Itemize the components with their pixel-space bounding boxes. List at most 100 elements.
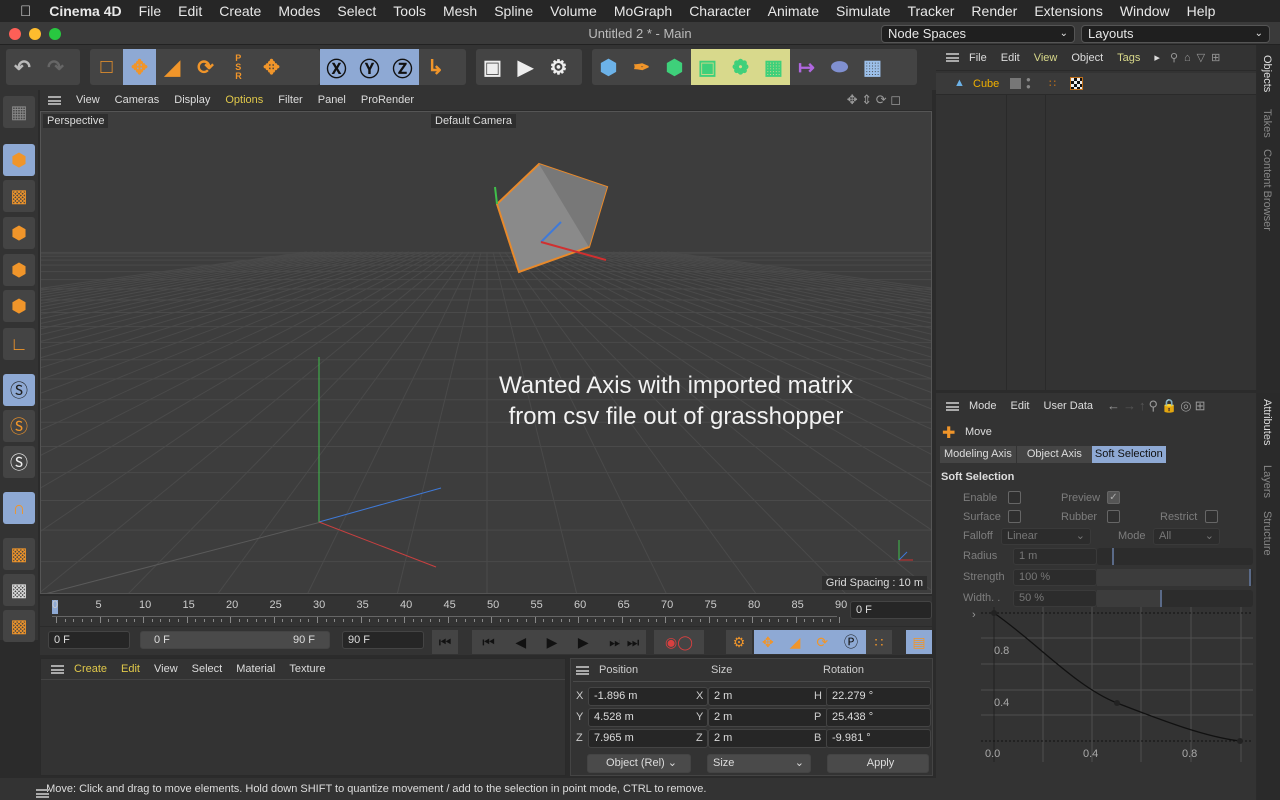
viewport-menu-icon[interactable] xyxy=(48,95,61,105)
record-icon[interactable]: ◉ xyxy=(665,634,677,651)
generator-icon[interactable]: ▣ xyxy=(691,49,724,85)
3d-viewport[interactable]: Perspective Default Camera Wanted Axis w… xyxy=(40,111,932,594)
menu-help[interactable]: Help xyxy=(1187,3,1216,19)
viewport-menu-filter[interactable]: Filter xyxy=(278,94,302,106)
mograph-cloner-icon[interactable]: ❁ xyxy=(724,49,757,85)
width-slider[interactable] xyxy=(1097,590,1253,607)
coord-field-rv[interactable]: -9.981 ° xyxy=(826,729,931,748)
strength-slider[interactable] xyxy=(1097,569,1253,586)
attr-menu-userdata[interactable]: User Data xyxy=(1044,400,1094,412)
texture-tag-icon[interactable] xyxy=(1070,77,1083,90)
prev-key-icon[interactable]: ⏮ xyxy=(482,634,495,651)
record-buttons[interactable]: ◉ ◯ xyxy=(654,630,704,654)
attr-menu-mode[interactable]: Mode xyxy=(969,400,997,412)
object-name[interactable]: Cube xyxy=(973,78,999,90)
menu-mograph[interactable]: MoGraph xyxy=(614,3,672,19)
mat-menu-create[interactable]: Create xyxy=(74,663,107,675)
move-tool-icon[interactable]: ✥ xyxy=(123,49,156,85)
next-frame-icon[interactable]: ▶ xyxy=(578,634,589,651)
render-visibility-dots[interactable]: ● ● xyxy=(1026,76,1031,91)
viewport-nav-icons[interactable]: ✥ ⇕ ⟳ ◻ xyxy=(847,92,901,108)
obj-menu-edit[interactable]: Edit xyxy=(1001,52,1020,64)
node-spaces-dropdown[interactable]: Node Spaces ⌄ xyxy=(881,25,1075,43)
radius-field[interactable]: 1 m xyxy=(1013,548,1097,565)
make-editable-icon[interactable]: ▦ xyxy=(3,96,35,128)
surface-checkbox[interactable] xyxy=(1008,510,1021,523)
snap-mode-icon[interactable]: Ⓢ xyxy=(3,446,35,478)
rotate-tool-icon[interactable]: ⟳ xyxy=(189,49,222,85)
axis-mode-icon[interactable]: ∟ xyxy=(3,328,35,360)
viewport-menu-options[interactable]: Options xyxy=(225,94,263,106)
play-icon[interactable]: ▶ xyxy=(547,634,558,651)
rubber-checkbox[interactable] xyxy=(1107,510,1120,523)
mode-dropdown[interactable]: All ⌄ xyxy=(1153,528,1220,545)
phong-tag-icon[interactable]: ∷ xyxy=(1049,77,1056,90)
render-settings-icon[interactable]: ⚙ xyxy=(542,49,575,85)
magnet-icon[interactable]: ∩ xyxy=(3,492,35,524)
render-view-icon[interactable]: ▣ xyxy=(476,49,509,85)
menu-simulate[interactable]: Simulate xyxy=(836,3,890,19)
key-rotation-icon[interactable]: ⟳ xyxy=(816,634,828,651)
zoom-button[interactable] xyxy=(49,28,61,40)
timeline-window-icon[interactable]: ▤ xyxy=(906,630,932,654)
up-arrow-icon[interactable]: ↑ xyxy=(1139,398,1149,413)
go-to-start-icon[interactable]: ⏮ xyxy=(432,630,458,654)
pen-spline-icon[interactable]: ✒ xyxy=(625,49,658,85)
camera-label[interactable]: Default Camera xyxy=(431,114,517,128)
lock-icon[interactable]: 🔒 xyxy=(1161,398,1180,413)
tab-content-browser[interactable]: Content Browser xyxy=(1261,149,1273,231)
tab-attributes[interactable]: Attributes xyxy=(1261,399,1273,445)
menu-animate[interactable]: Animate xyxy=(768,3,819,19)
psr-icon[interactable]: PSR xyxy=(222,49,255,85)
frame-range-slider[interactable]: 0 F 90 F xyxy=(140,631,330,649)
prev-frame-icon[interactable]: ◀ xyxy=(515,634,526,651)
size-mode-dropdown[interactable]: Size ⌄ xyxy=(707,754,811,773)
coord-field-sv[interactable]: 2 m xyxy=(708,708,828,727)
coord-field-rv[interactable]: 25.438 ° xyxy=(826,708,931,727)
width-field[interactable]: 50 % xyxy=(1013,590,1097,607)
tab-objects[interactable]: Objects xyxy=(1261,55,1273,92)
filter-icon[interactable]: ▽ xyxy=(1197,51,1205,64)
tab-soft-selection[interactable]: Soft Selection xyxy=(1091,446,1166,463)
key-position-icon[interactable]: ✥ xyxy=(762,634,774,651)
app-menu[interactable]: Cinema 4D xyxy=(49,3,121,19)
layouts-dropdown[interactable]: Layouts ⌄ xyxy=(1081,25,1270,43)
polygons-mode-icon[interactable]: ⬢ xyxy=(3,290,35,322)
menu-select[interactable]: Select xyxy=(337,3,376,19)
timeline-ruler[interactable]: 0 5 10 15 20 25 30 35 40 45 50 55 60 65 70 75 80 85 90 0 F xyxy=(40,596,932,626)
deformer-icon[interactable]: ↦ xyxy=(790,49,823,85)
editor-visibility-icon[interactable] xyxy=(1010,78,1021,89)
viewport-menu-display[interactable]: Display xyxy=(174,94,210,106)
menu-extensions[interactable]: Extensions xyxy=(1034,3,1102,19)
render-picture-viewer-icon[interactable]: ▶ xyxy=(509,49,542,85)
tab-object-axis[interactable]: Object Axis xyxy=(1016,446,1092,463)
obj-menu-object[interactable]: Object xyxy=(1071,52,1103,64)
forward-arrow-icon[interactable]: → xyxy=(1123,398,1139,413)
field-icon[interactable]: ⬬ xyxy=(823,49,856,85)
viewport-menu-view[interactable]: View xyxy=(76,94,100,106)
menu-volume[interactable]: Volume xyxy=(550,3,597,19)
tab-structure[interactable]: Structure xyxy=(1261,511,1273,556)
mat-menu-edit[interactable]: Edit xyxy=(121,663,140,675)
key-parameter-icon[interactable]: Ⓟ xyxy=(844,632,858,652)
coord-field-sv[interactable]: 2 m xyxy=(708,729,828,748)
coord-field-pv[interactable]: 7.965 m xyxy=(588,729,708,748)
home-icon[interactable]: ⌂ xyxy=(1184,52,1191,64)
menu-modes[interactable]: Modes xyxy=(278,3,320,19)
start-frame-field[interactable]: 0 F xyxy=(48,631,130,649)
redo-icon[interactable]: ↷ xyxy=(39,49,72,85)
minimize-button[interactable] xyxy=(29,28,41,40)
mat-menu-material[interactable]: Material xyxy=(236,663,275,675)
menu-edit[interactable]: Edit xyxy=(178,3,202,19)
menu-character[interactable]: Character xyxy=(689,3,750,19)
viewport-menu-cameras[interactable]: Cameras xyxy=(115,94,160,106)
mat-menu-view[interactable]: View xyxy=(154,663,178,675)
coord-field-pv[interactable]: 4.528 m xyxy=(588,708,708,727)
tab-layers[interactable]: Layers xyxy=(1261,465,1273,498)
falloff-curve-editor[interactable]: 0.8 0.4 0.0 0.4 0.8 xyxy=(976,607,1256,767)
floor-icon[interactable]: ▦ xyxy=(856,49,889,85)
current-frame-field[interactable]: 0 F xyxy=(850,601,932,619)
menu-mesh[interactable]: Mesh xyxy=(443,3,477,19)
coord-field-sv[interactable]: 2 m xyxy=(708,687,828,706)
close-button[interactable] xyxy=(9,28,21,40)
